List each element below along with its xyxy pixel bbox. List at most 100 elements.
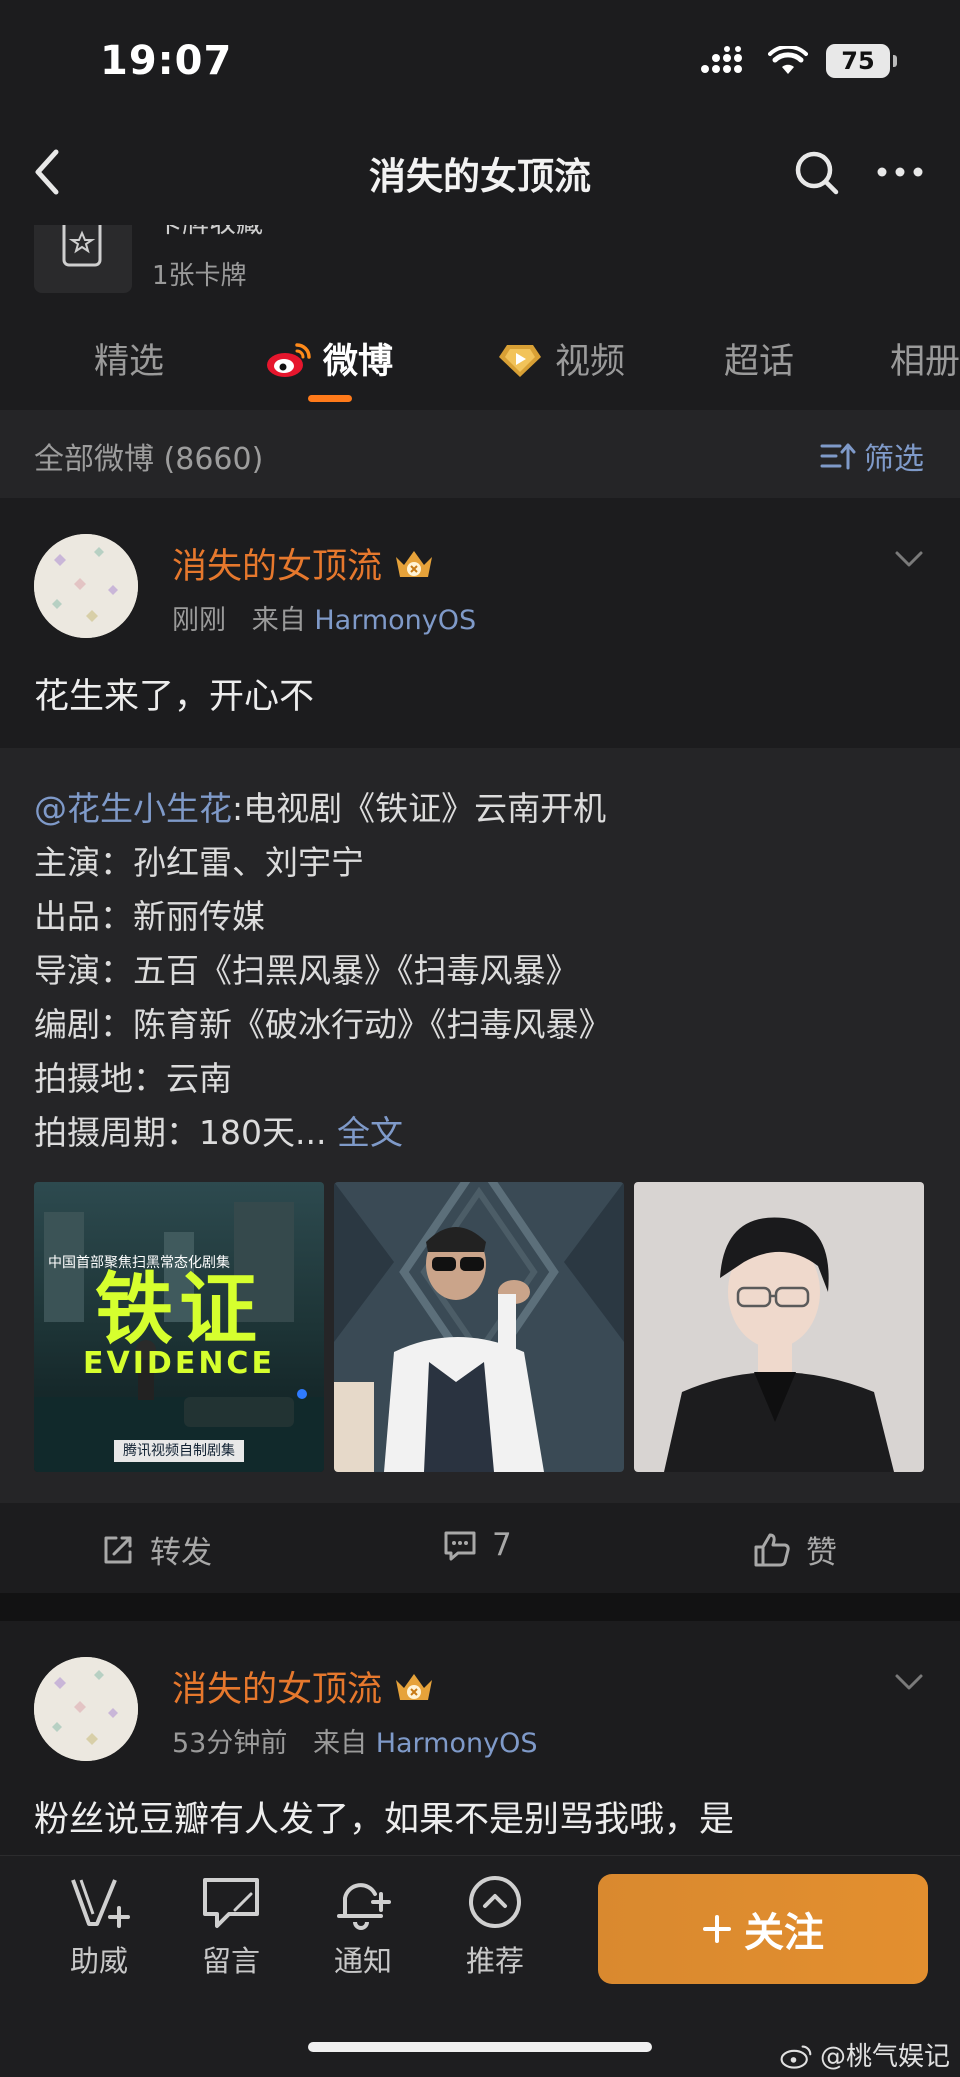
active-tab-indicator xyxy=(308,395,352,402)
chevron-down-icon[interactable] xyxy=(894,550,924,568)
full-text-link[interactable]: 全文 xyxy=(337,1113,403,1152)
plus-icon xyxy=(703,1915,731,1943)
post-actions: 转发 7 赞 xyxy=(0,1503,960,1593)
source-prefix: 来自 xyxy=(313,1728,368,1759)
card-collection-count: 1张卡牌 xyxy=(152,261,247,291)
repost-label: 转发 xyxy=(150,1535,212,1571)
tab-video[interactable]: 视频 xyxy=(495,333,625,384)
filter-button[interactable]: 筛选 xyxy=(820,434,924,478)
post-author[interactable]: 消失的女顶流 xyxy=(172,538,436,589)
crown-badge-icon xyxy=(396,550,433,577)
tab-label: 精选 xyxy=(94,342,165,382)
post-source[interactable]: HarmonyOS xyxy=(376,1728,538,1759)
card-collection-icon xyxy=(34,225,132,293)
card-collection-row[interactable]: 卡牌收藏 1张卡牌 xyxy=(0,225,960,305)
poster-title-cn: 铁证 xyxy=(94,1265,263,1355)
post-time: 53分钟前 xyxy=(172,1728,288,1759)
tab-featured[interactable]: 精选 xyxy=(94,333,164,384)
cheer-button[interactable]: 助威 xyxy=(44,1874,154,1980)
notify-button[interactable]: 通知 xyxy=(308,1874,418,1980)
tab-label: 超话 xyxy=(724,342,795,382)
post-separator xyxy=(0,1593,960,1621)
author-name: 消失的女顶流 xyxy=(172,547,383,587)
recommend-button[interactable]: 推荐 xyxy=(440,1874,550,1980)
image-grid: 中国首部聚焦扫黑常态化剧集 铁证 EVIDENCE 腾讯视频自制剧集 xyxy=(34,1182,924,1472)
status-icons: 75 xyxy=(700,44,897,78)
tab-weibo[interactable]: 微博 xyxy=(265,333,393,384)
repost-card[interactable]: @花生小生花:电视剧《铁证》云南开机 主演：孙红雷、刘宇宁 出品：新丽传媒 导演… xyxy=(0,748,960,1503)
like-label: 赞 xyxy=(806,1535,837,1571)
repost-icon xyxy=(104,1536,132,1563)
cheer-v-icon xyxy=(71,1879,130,1928)
comment-icon xyxy=(444,1531,476,1561)
status-bar: 19:07 75 xyxy=(0,0,960,120)
nav-bar: 消失的女顶流 xyxy=(0,120,960,225)
filter-icon xyxy=(820,443,856,470)
tab-label: 微博 xyxy=(323,342,394,382)
tab-album[interactable]: 相册 xyxy=(890,333,960,384)
more-icon[interactable] xyxy=(870,146,930,198)
card-collection-title: 卡牌收藏 xyxy=(155,225,263,240)
thumbs-up-icon xyxy=(754,1533,790,1566)
tab-label: 相册 xyxy=(890,342,960,382)
weibo-logo-icon xyxy=(267,342,311,377)
profile-tabs: 精选 微博 视频 超话 相册 xyxy=(0,305,960,410)
weibo-logo-icon xyxy=(780,2045,812,2069)
author-name: 消失的女顶流 xyxy=(172,1670,383,1710)
avatar[interactable] xyxy=(34,534,138,638)
image-thumb-actor-1[interactable] xyxy=(334,1182,624,1472)
cheer-label: 助威 xyxy=(69,1944,128,1978)
comment-button[interactable]: 7 xyxy=(442,1527,512,1563)
repost-line: :电视剧《铁证》云南开机 xyxy=(232,789,607,828)
repost-line: 导演：五百《扫黑风暴》《扫毒风暴》 xyxy=(34,951,579,990)
post-time: 刚刚 xyxy=(172,605,226,636)
post-author[interactable]: 消失的女顶流 xyxy=(172,1661,436,1712)
notify-label: 通知 xyxy=(333,1944,392,1978)
repost-line: 编剧：陈育新《破冰行动》《扫毒风暴》 xyxy=(34,1005,612,1044)
repost-line: 拍摄地：云南 xyxy=(34,1059,232,1098)
message-label: 留言 xyxy=(201,1944,260,1978)
repost-text: @花生小生花:电视剧《铁证》云南开机 主演：孙红雷、刘宇宁 出品：新丽传媒 导演… xyxy=(34,782,612,1160)
chevron-down-icon[interactable] xyxy=(894,1673,924,1691)
post-text: 花生来了，开心不 xyxy=(34,677,315,717)
battery-indicator: 75 xyxy=(826,44,897,78)
like-button[interactable]: 赞 xyxy=(752,1527,837,1572)
post-text: 粉丝说豆瓣有人发了，如果不是别骂我哦，是 xyxy=(34,1800,735,1840)
post-header: 消失的女顶流 53分钟前 来自 HarmonyOS 粉丝说豆瓣有人发了，如果不是… xyxy=(0,1621,960,1855)
filter-label: 筛选 xyxy=(864,442,924,477)
comment-count: 7 xyxy=(492,1527,512,1563)
watermark: @桃气娱记 xyxy=(780,2036,950,2073)
repost-button[interactable]: 转发 xyxy=(100,1527,212,1572)
poster-caption-bottom: 腾讯视频自制剧集 xyxy=(114,1440,244,1462)
post-meta: 刚刚 来自 HarmonyOS xyxy=(172,598,476,637)
post-meta: 53分钟前 来自 HarmonyOS xyxy=(172,1721,537,1760)
message-button[interactable]: 留言 xyxy=(176,1874,286,1980)
recommend-icon xyxy=(469,1876,521,1928)
wifi-icon xyxy=(768,46,808,74)
search-icon[interactable] xyxy=(790,146,842,198)
home-indicator[interactable] xyxy=(308,2042,652,2052)
repost-line: 拍摄周期：180天... xyxy=(34,1113,327,1152)
signal-icon xyxy=(701,46,742,73)
source-prefix: 来自 xyxy=(251,605,306,636)
image-thumb-actor-2[interactable] xyxy=(634,1182,924,1472)
tab-supertopic[interactable]: 超话 xyxy=(724,333,794,384)
repost-line: 出品：新丽传媒 xyxy=(34,897,265,936)
video-badge-icon xyxy=(499,344,541,377)
poster-title-en: EVIDENCE xyxy=(83,1346,275,1381)
recommend-label: 推荐 xyxy=(465,1944,524,1978)
follow-label: 关注 xyxy=(744,1910,824,1956)
post-header: 消失的女顶流 刚刚 来自 HarmonyOS 花生来了，开心不 xyxy=(0,498,960,748)
post-count-label: 全部微博 (8660) xyxy=(34,442,264,477)
watermark-text: @桃气娱记 xyxy=(819,2042,950,2072)
status-time: 19:07 xyxy=(100,38,233,84)
image-thumb-poster[interactable]: 中国首部聚焦扫黑常态化剧集 铁证 EVIDENCE 腾讯视频自制剧集 xyxy=(34,1182,324,1472)
post-source[interactable]: HarmonyOS xyxy=(314,605,476,636)
repost-line: 主演：孙红雷、刘宇宁 xyxy=(34,843,364,882)
avatar[interactable] xyxy=(34,1657,138,1761)
follow-button[interactable]: 关注 xyxy=(598,1874,928,1984)
bell-icon xyxy=(337,1883,391,1930)
filter-bar: 全部微博 (8660) 筛选 xyxy=(0,410,960,498)
mention-link[interactable]: @花生小生花 xyxy=(34,789,232,828)
crown-badge-icon xyxy=(396,1673,433,1700)
